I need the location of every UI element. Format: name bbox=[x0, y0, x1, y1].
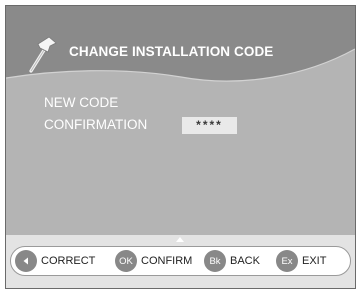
dialog-frame: CHANGE INSTALLATION CODE NEW CODE CONFIR… bbox=[5, 5, 356, 289]
confirmation-code-field[interactable]: **** bbox=[182, 117, 237, 134]
ok-badge: OK bbox=[115, 250, 137, 272]
exit-badge: Ex bbox=[276, 250, 298, 272]
back-label: BACK bbox=[230, 255, 260, 267]
confirm-label: CONFIRM bbox=[141, 255, 193, 267]
hammer-icon bbox=[29, 36, 57, 73]
back-badge: Bk bbox=[204, 250, 226, 272]
page-title: CHANGE INSTALLATION CODE bbox=[69, 44, 274, 59]
exit-label: EXIT bbox=[302, 255, 327, 267]
correct-label: CORRECT bbox=[41, 255, 96, 267]
correct-key[interactable]: CORRECT bbox=[15, 250, 95, 272]
exit-key[interactable]: Ex EXIT bbox=[276, 250, 326, 272]
confirmation-label: CONFIRMATION bbox=[44, 117, 148, 132]
up-arrow-icon bbox=[176, 237, 184, 242]
new-code-label: NEW CODE bbox=[44, 95, 119, 110]
left-arrow-icon bbox=[15, 250, 37, 272]
back-key[interactable]: Bk BACK bbox=[204, 250, 260, 272]
confirm-key[interactable]: OK CONFIRM bbox=[115, 250, 192, 272]
